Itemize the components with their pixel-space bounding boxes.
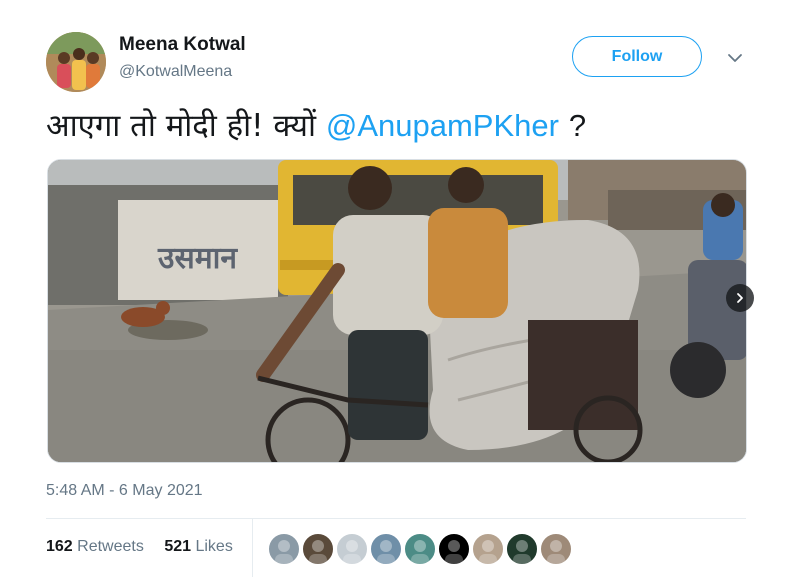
tweet-timestamp[interactable]: 5:48 AM - 6 May 2021 [46, 482, 203, 500]
avatar[interactable] [46, 32, 106, 92]
follow-button[interactable]: Follow [572, 36, 702, 77]
tweet-media[interactable]: उसमान [47, 159, 747, 463]
retweets-label: Retweets [77, 538, 144, 555]
stats-divider [252, 519, 253, 577]
liker-avatar[interactable] [268, 533, 300, 565]
divider [46, 518, 746, 519]
chevron-down-icon[interactable] [727, 50, 743, 66]
retweets-stat[interactable]: 162 Retweets [46, 538, 144, 555]
likes-stat[interactable]: 521 Likes [164, 538, 233, 555]
liker-avatars [268, 533, 574, 565]
tweet-body: आएगा तो मोदी ही! क्यों [46, 108, 316, 144]
tweet-text: आएगा तो मोदी ही! क्यों @AnupamPKher ? [46, 106, 586, 146]
liker-avatar[interactable] [404, 533, 436, 565]
tweet-stats: 162 Retweets 521 Likes [46, 538, 233, 556]
liker-avatar[interactable] [336, 533, 368, 565]
liker-avatar[interactable] [472, 533, 504, 565]
next-arrow-icon[interactable] [726, 284, 754, 312]
retweets-count: 162 [46, 538, 73, 555]
liker-avatar[interactable] [506, 533, 538, 565]
liker-avatar[interactable] [302, 533, 334, 565]
likes-count: 521 [164, 538, 192, 555]
author-name[interactable]: Meena Kotwal [119, 34, 246, 56]
likes-label: Likes [195, 538, 233, 555]
tweet-trail: ? [568, 108, 587, 143]
wall-text: उसमान [157, 241, 238, 276]
liker-avatar[interactable] [370, 533, 402, 565]
mention-link[interactable]: @AnupamPKher [326, 108, 559, 143]
liker-avatar[interactable] [540, 533, 572, 565]
liker-avatar[interactable] [438, 533, 470, 565]
author-handle[interactable]: @KotwalMeena [119, 63, 232, 81]
